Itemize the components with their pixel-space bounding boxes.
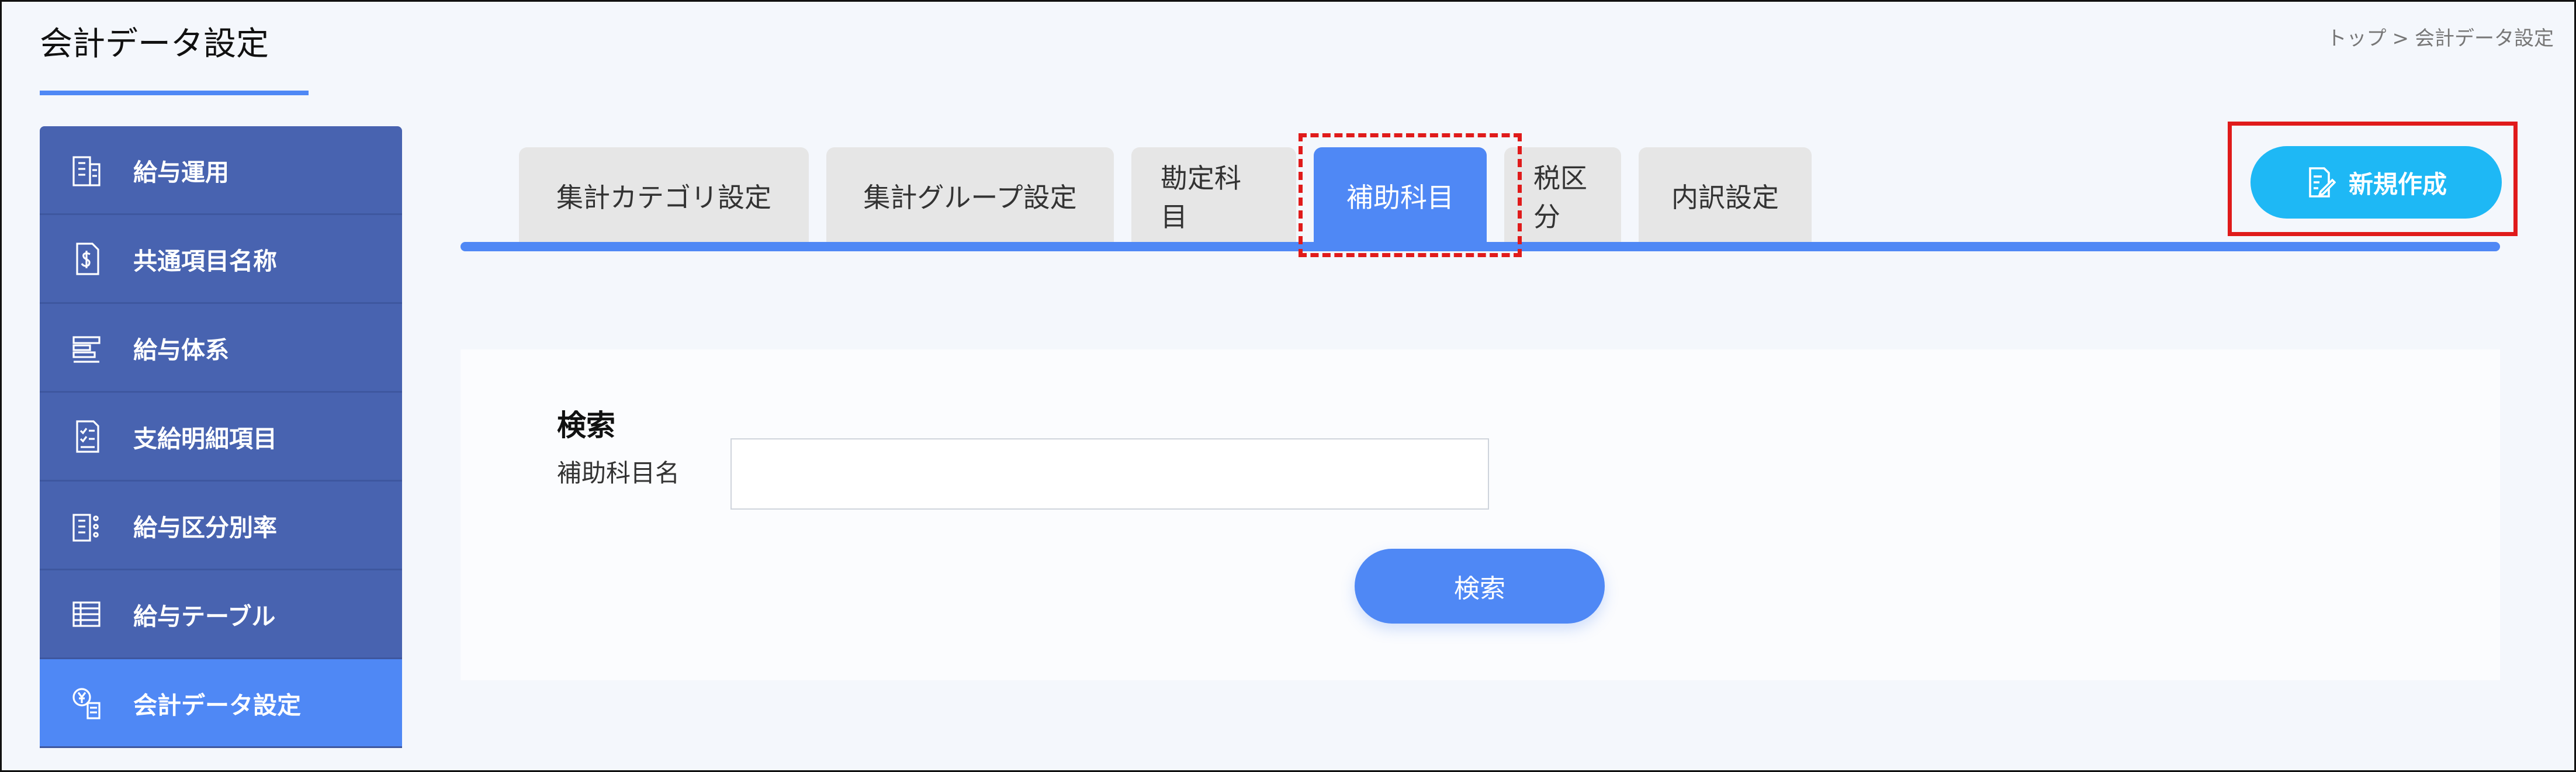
tab-summary-category-settings[interactable]: 集計カテゴリ設定: [519, 147, 809, 244]
breadcrumb-separator: >: [2392, 27, 2409, 50]
sidebar-item-label: 給与運用: [133, 158, 229, 186]
sub-account-name-label: 補助科目名: [557, 459, 680, 487]
breadcrumb: トップ > 会計データ設定: [2327, 22, 2554, 51]
tab-breakdown-settings[interactable]: 内訳設定: [1639, 147, 1812, 244]
sidebar-item-label: 共通項目名称: [133, 247, 277, 275]
sidebar-item-accounting-data-settings[interactable]: 会計データ設定: [40, 659, 402, 748]
sub-account-name-input[interactable]: [730, 438, 1489, 510]
sidebar-item-payroll-operation[interactable]: 給与運用: [40, 126, 402, 215]
search-button[interactable]: 検索: [1355, 549, 1605, 624]
dollar-document-icon: [40, 241, 133, 276]
sidebar-item-label: 給与体系: [133, 335, 229, 364]
breadcrumb-home-link[interactable]: トップ: [2327, 27, 2387, 50]
edit-document-icon: [2309, 167, 2336, 198]
sidebar-item-label: 給与区分別率: [133, 513, 277, 542]
sidebar-item-payment-detail-items[interactable]: 支給明細項目: [40, 393, 402, 482]
yen-coins-document-icon: [40, 686, 133, 721]
sidebar: 給与運用 共通項目名称 給与体系 支給明細項目 給与区分別率 給与テーブル 会計…: [40, 126, 402, 748]
tab-account-titles[interactable]: 勘定科目: [1131, 147, 1296, 244]
building-list-icon: [40, 508, 133, 543]
active-tab-highlight: [1299, 133, 1522, 257]
new-create-button[interactable]: 新規作成: [2250, 146, 2502, 219]
building-icon: [40, 153, 133, 188]
sidebar-item-payroll-table[interactable]: 給与テーブル: [40, 570, 402, 659]
sidebar-item-label: 会計データ設定: [133, 691, 301, 719]
new-create-button-label: 新規作成: [2348, 169, 2447, 199]
sidebar-item-payroll-structure[interactable]: 給与体系: [40, 304, 402, 393]
page-title: 会計データ設定: [40, 25, 269, 63]
breadcrumb-current: 会計データ設定: [2415, 27, 2554, 50]
tab-summary-group-settings[interactable]: 集計グループ設定: [826, 147, 1114, 244]
checklist-document-icon: [40, 419, 133, 454]
search-panel: [461, 349, 2500, 680]
sidebar-item-label: 支給明細項目: [133, 424, 277, 453]
structure-icon: [40, 330, 133, 365]
sidebar-item-label: 給与テーブル: [133, 602, 276, 631]
sidebar-item-rate-by-category[interactable]: 給与区分別率: [40, 482, 402, 570]
tab-tax-category[interactable]: 税区分: [1504, 147, 1621, 244]
title-underline: [40, 91, 309, 95]
search-heading: 検索: [557, 408, 615, 442]
tab-bar: 集計カテゴリ設定 集計グループ設定 勘定科目 補助科目 税区分 内訳設定: [519, 147, 1812, 244]
sidebar-item-common-item-names[interactable]: 共通項目名称: [40, 215, 402, 304]
table-icon: [40, 597, 133, 632]
